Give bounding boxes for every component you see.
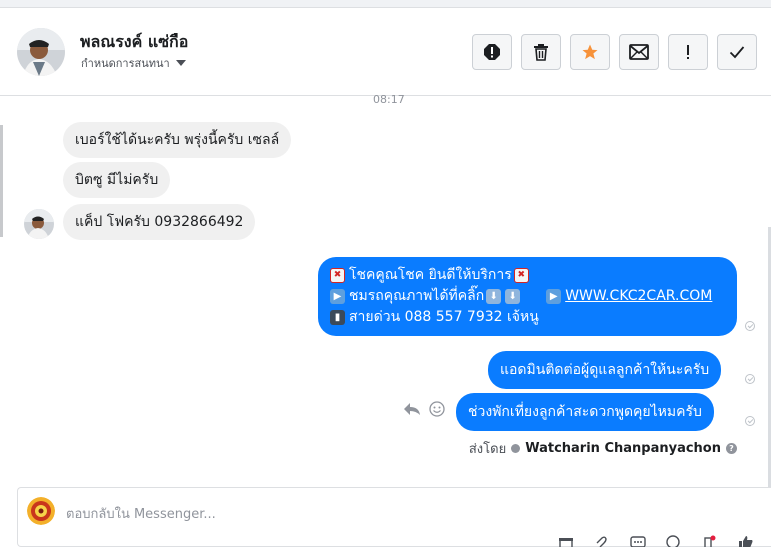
verified-icon [511, 444, 521, 453]
alert-octagon-icon [484, 44, 500, 60]
incoming-message[interactable]: เบอร์ใช้ได้นะครับ พรุ่งนี้ครับ เซลล์ [63, 122, 292, 158]
check-icon [729, 46, 745, 59]
contact-name[interactable]: พลณรงค์ แซ่กือ [80, 30, 188, 55]
star-button[interactable] [570, 34, 610, 70]
promo-line-3: สายด่วน 088 557 7932 เจ้หนู [349, 309, 539, 325]
chevron-down-icon [175, 60, 186, 66]
seen-check-icon [745, 321, 755, 331]
composer-tools [558, 534, 754, 547]
left-scroll-indicator [0, 125, 3, 237]
thumbs-up-icon[interactable] [738, 534, 754, 547]
promo-line-1: โชคคูณโชค ยินดีให้บริการ [349, 267, 512, 283]
emoji-reaction-icon[interactable] [429, 401, 445, 417]
delete-button[interactable] [521, 34, 561, 70]
conversation-header: พลณรงค์ แซ่กือ กำหนดการสนทนา [0, 8, 771, 96]
contact-avatar[interactable] [17, 28, 65, 76]
promo-link[interactable]: WWW.CKC2CAR.COM [565, 286, 712, 307]
sos-icon: ✖ [513, 268, 529, 283]
reply-icon[interactable] [403, 402, 421, 416]
envelope-icon [629, 44, 649, 60]
sender-avatar [24, 209, 54, 239]
exclamation-icon [687, 45, 689, 59]
sent-by-label: ส่งโดย [468, 442, 507, 457]
message-actions [403, 401, 445, 417]
tools-icon[interactable] [702, 534, 718, 547]
assign-label: กำหนดการสนทนา [81, 57, 170, 70]
message-thread[interactable]: 08:17 เบอร์ใช้ได้นะครับ พรุ่งนี้ครับ เซล… [0, 93, 771, 547]
play-icon: ▶ [546, 289, 562, 304]
message-timestamp: 08:17 [373, 93, 405, 106]
help-icon[interactable]: ? [726, 443, 737, 454]
assign-conversation-dropdown[interactable]: กำหนดการสนทนา [81, 54, 186, 72]
attachment-icon[interactable] [594, 534, 610, 547]
outgoing-message[interactable]: แอดมินติดต่อผู้ดูแลลูกค้าให้นะครับ [488, 351, 722, 389]
seen-check-icon [745, 374, 755, 384]
reply-input[interactable]: ตอบกลับใน Messenger... [66, 503, 216, 524]
conversation-toolbar [472, 34, 757, 70]
outgoing-promo-message[interactable]: ✖ โชคคูณโชค ยินดีให้บริการ ✖ ▶ ชมรถคุณภา… [318, 257, 737, 336]
seen-check-icon [745, 416, 755, 426]
sent-by-name[interactable]: Watcharin Chanpanyachon [525, 441, 721, 456]
incoming-message[interactable]: บิตซู มีไม่ครับ [63, 162, 171, 198]
follow-up-button[interactable] [668, 34, 708, 70]
outgoing-message[interactable]: ช่วงพักเที่ยงลูกค้าสะดวกพูดคุยไหมครับ [456, 393, 714, 431]
promo-line-2: ชมรถคุณภาพได้ที่คลิ๊ก [349, 288, 485, 304]
mark-spam-button[interactable] [472, 34, 512, 70]
trash-icon [534, 44, 548, 61]
mark-done-button[interactable] [717, 34, 757, 70]
mobile-phone-icon: ▮ [330, 310, 345, 325]
star-icon [582, 44, 598, 60]
incoming-message[interactable]: แค็ป โฟครับ 0932866492 [63, 204, 256, 240]
arrow-down-icon: ⬇ [486, 289, 502, 304]
gift-icon[interactable] [558, 534, 574, 547]
saved-reply-icon[interactable] [630, 534, 646, 547]
top-strip [0, 0, 771, 8]
mark-unread-button[interactable] [619, 34, 659, 70]
page-avatar [27, 497, 55, 525]
arrow-down-icon: ⬇ [505, 289, 521, 304]
sos-icon: ✖ [330, 268, 345, 283]
emoji-icon[interactable] [666, 534, 682, 547]
play-icon: ▶ [330, 289, 345, 304]
sent-by-line: ส่งโดย Watcharin Chanpanyachon ? [469, 438, 737, 459]
message-composer: ตอบกลับใน Messenger... [17, 487, 771, 547]
